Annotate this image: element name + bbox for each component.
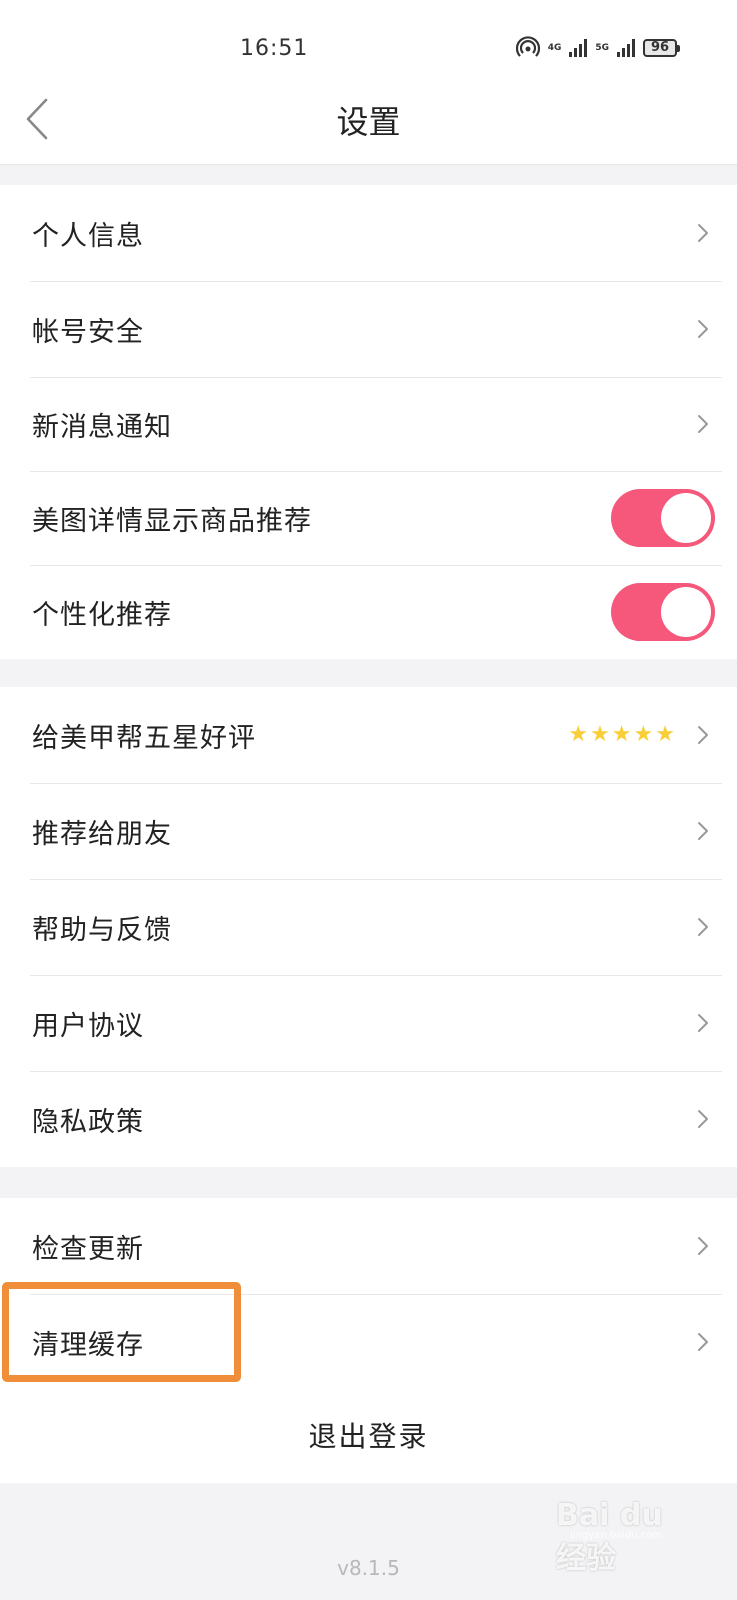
chevron-right-icon	[698, 1014, 708, 1032]
chevron-right-icon	[698, 1110, 708, 1128]
setting-row-user-agreement[interactable]: 用户协议	[0, 975, 737, 1071]
star-icon: ★	[568, 722, 589, 747]
chevron-right-icon	[698, 1333, 708, 1351]
setting-label: 新消息通知	[32, 411, 172, 443]
hotspot-icon	[515, 36, 540, 57]
setting-label: 个性化推荐	[32, 599, 172, 631]
status-time: 16:51	[240, 36, 309, 61]
setting-row-personalized-recommend: 个性化推荐	[0, 565, 737, 659]
signal-icon	[569, 39, 588, 57]
chevron-right-icon	[698, 224, 708, 242]
page-title: 设置	[336, 103, 401, 141]
toggle-knob	[661, 587, 711, 637]
chevron-right-icon	[698, 415, 708, 433]
setting-row-help-feedback[interactable]: 帮助与反馈	[0, 879, 737, 975]
setting-label: 检查更新	[32, 1233, 144, 1265]
setting-row-product-recommend: 美图详情显示商品推荐	[0, 471, 737, 565]
setting-label: 用户协议	[32, 1010, 144, 1042]
setting-label: 美图详情显示商品推荐	[32, 505, 312, 537]
star-icon: ★	[633, 722, 654, 747]
status-icons: 4G 5G 96	[515, 36, 680, 60]
settings-group-account: 个人信息 帐号安全 新消息通知 美图详情显示商品推荐 个性化推荐	[0, 185, 737, 659]
signal-icon-2	[617, 39, 635, 57]
setting-row-rate-app[interactable]: 给美甲帮五星好评 ★ ★ ★ ★ ★	[0, 687, 737, 783]
star-icon: ★	[611, 722, 632, 747]
setting-row-check-update[interactable]: 检查更新	[0, 1198, 737, 1294]
settings-group-about: 给美甲帮五星好评 ★ ★ ★ ★ ★ 推荐给朋友 帮助与反馈 用户协议 隐私政策	[0, 687, 737, 1167]
toggle-knob	[661, 493, 711, 543]
setting-label: 帐号安全	[32, 316, 144, 348]
battery-icon: 96	[643, 39, 680, 57]
star-icon: ★	[655, 722, 675, 747]
chevron-right-icon	[698, 320, 708, 338]
chevron-right-icon	[698, 1237, 708, 1255]
setting-label: 清理缓存	[32, 1329, 144, 1361]
personalized-recommend-toggle[interactable]	[611, 583, 715, 641]
baidu-watermark: Bai du 经验 jingyan.baidu.com	[556, 1492, 696, 1576]
setting-row-clear-cache[interactable]: 清理缓存	[0, 1294, 737, 1390]
network-label-4g: 4G	[547, 42, 562, 53]
setting-row-recommend-friends[interactable]: 推荐给朋友	[0, 783, 737, 879]
setting-label: 隐私政策	[32, 1106, 144, 1138]
product-recommend-toggle[interactable]	[611, 489, 715, 547]
chevron-right-icon	[698, 726, 708, 744]
network-label-5g: 5G	[595, 42, 609, 53]
logout-button[interactable]: 退出登录	[0, 1387, 737, 1483]
setting-label: 帮助与反馈	[32, 914, 172, 946]
status-bar: 16:51 4G 5G 96	[0, 0, 737, 95]
setting-label: 给美甲帮五星好评	[32, 722, 256, 754]
chevron-right-icon	[698, 822, 708, 840]
setting-row-notifications[interactable]: 新消息通知	[0, 377, 737, 471]
app-version: v8.1.5	[337, 1556, 400, 1580]
setting-label: 个人信息	[32, 220, 144, 252]
setting-label: 推荐给朋友	[32, 818, 172, 850]
star-icon: ★	[590, 722, 610, 747]
watermark-sub: jingyan.baidu.com	[570, 1530, 663, 1541]
rating-stars: ★ ★ ★ ★ ★	[568, 723, 675, 747]
chevron-right-icon	[698, 918, 708, 936]
setting-row-personal-info[interactable]: 个人信息	[0, 185, 737, 281]
nav-bar: 设置	[0, 95, 737, 165]
setting-row-privacy-policy[interactable]: 隐私政策	[0, 1071, 737, 1167]
setting-row-account-security[interactable]: 帐号安全	[0, 281, 737, 377]
settings-group-maintenance: 检查更新 清理缓存	[0, 1198, 737, 1390]
